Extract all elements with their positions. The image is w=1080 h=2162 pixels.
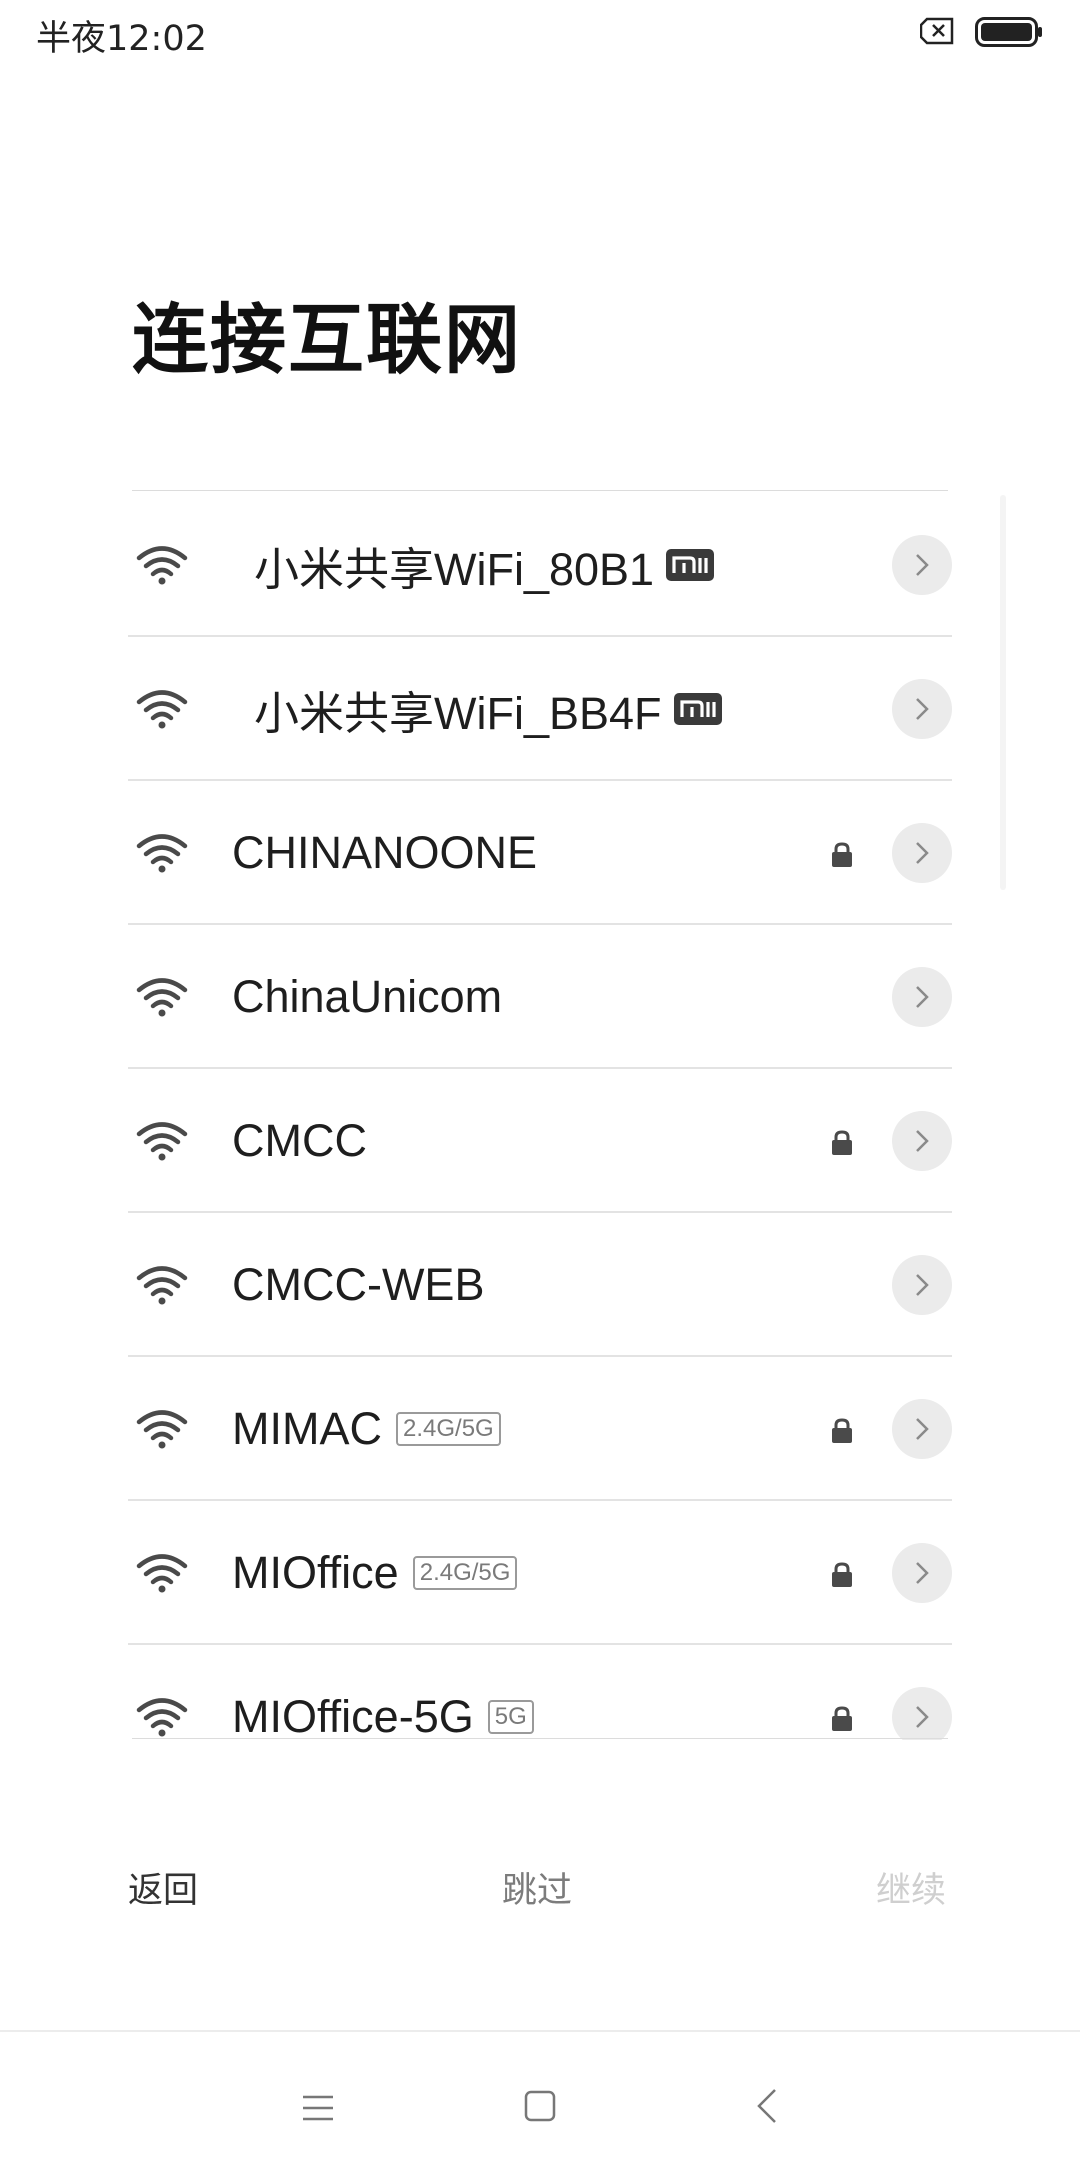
navigation-bar xyxy=(0,2030,1080,2162)
wifi-row[interactable]: ChinaUnicom xyxy=(128,923,952,1069)
wifi-signal-icon xyxy=(136,1697,188,1737)
wifi-row[interactable]: CMCC xyxy=(128,1067,952,1213)
wifi-ssid: MIOffice-5G xyxy=(232,1691,474,1740)
no-sim-icon xyxy=(920,17,954,45)
wifi-signal-icon xyxy=(136,833,188,873)
wifi-ssid: CMCC xyxy=(232,1115,367,1166)
wifi-row[interactable]: MIMAC 2.4G/5G xyxy=(128,1355,952,1501)
wifi-signal-icon xyxy=(136,1121,188,1161)
band-tag: 2.4G/5G xyxy=(412,1556,518,1590)
wifi-ssid: MIMAC xyxy=(232,1403,382,1454)
continue-button[interactable]: 继续 xyxy=(876,1862,946,1913)
lock-icon xyxy=(830,1706,854,1732)
wifi-name-group: CMCC xyxy=(232,1111,367,1171)
wifi-ssid: CMCC-WEB xyxy=(232,1259,485,1310)
wifi-details-button[interactable] xyxy=(892,967,952,1027)
chevron-right-icon xyxy=(916,1706,929,1728)
wifi-details-button[interactable] xyxy=(892,1687,952,1740)
wifi-details-button[interactable] xyxy=(892,1543,952,1603)
chevron-right-icon xyxy=(916,698,929,720)
wifi-name-group: ChinaUnicom xyxy=(232,967,502,1027)
band-tag: 5G xyxy=(487,1700,534,1734)
wifi-name-group: MIOffice-5G 5G xyxy=(232,1687,534,1740)
wifi-details-button[interactable] xyxy=(892,1255,952,1315)
band-tag: 2.4G/5G xyxy=(396,1412,501,1446)
wifi-signal-icon xyxy=(136,1409,188,1449)
menu-icon[interactable] xyxy=(302,2094,334,2122)
wifi-details-button[interactable] xyxy=(892,1111,952,1171)
wifi-row[interactable]: 小米共享WiFi_80B1 xyxy=(128,491,952,637)
lock-icon xyxy=(830,1562,854,1588)
wifi-name-group: CHINANOONE xyxy=(232,823,537,883)
lock-icon xyxy=(830,842,854,868)
wifi-name-group: MIMAC 2.4G/5G xyxy=(232,1399,501,1459)
wifi-name-group: CMCC-WEB xyxy=(232,1255,484,1315)
chevron-right-icon xyxy=(916,554,929,576)
wifi-name-group: MIOffice 2.4G/5G xyxy=(232,1543,518,1603)
chevron-right-icon xyxy=(916,1274,929,1296)
wifi-ssid: ChinaUnicom xyxy=(232,971,503,1022)
wifi-row[interactable]: MIOffice 2.4G/5G xyxy=(128,1499,952,1645)
back-button[interactable]: 返回 xyxy=(128,1862,198,1913)
scrollbar[interactable] xyxy=(1000,495,1006,890)
wifi-signal-icon xyxy=(136,545,188,585)
chevron-right-icon xyxy=(916,1418,929,1440)
wifi-signal-icon xyxy=(136,1553,188,1593)
wifi-details-button[interactable] xyxy=(892,1399,952,1459)
status-bar: 半夜12:02 xyxy=(0,0,1080,70)
skip-button[interactable]: 跳过 xyxy=(502,1862,572,1913)
lock-icon xyxy=(830,1418,854,1444)
chevron-right-icon xyxy=(916,842,929,864)
wifi-signal-icon xyxy=(136,1265,188,1305)
wifi-row[interactable]: CMCC-WEB xyxy=(128,1211,952,1357)
back-arrow-icon[interactable] xyxy=(756,2088,778,2124)
wifi-signal-icon xyxy=(136,689,188,729)
wifi-ssid: CHINANOONE xyxy=(232,827,538,878)
wifi-signal-icon xyxy=(136,977,188,1017)
page-title: 连接互联网 xyxy=(132,295,522,384)
lock-icon xyxy=(830,1130,854,1156)
wifi-name-group: 小米共享WiFi_BB4F xyxy=(254,679,722,739)
list-bottom-divider xyxy=(132,1738,948,1739)
mi-logo-icon xyxy=(673,693,722,725)
wifi-ssid: 小米共享WiFi_BB4F xyxy=(254,687,662,739)
wifi-row[interactable]: CHINANOONE xyxy=(128,779,952,925)
wifi-details-button[interactable] xyxy=(892,823,952,883)
mi-logo-icon xyxy=(666,549,715,581)
wifi-ssid: MIOffice xyxy=(232,1547,399,1598)
chevron-right-icon xyxy=(916,1562,929,1584)
status-time: 半夜12:02 xyxy=(36,19,207,59)
wifi-row[interactable]: 小米共享WiFi_BB4F xyxy=(128,635,952,781)
wifi-row[interactable]: MIOffice-5G 5G xyxy=(128,1643,952,1740)
battery-full-icon xyxy=(975,17,1042,47)
wifi-details-button[interactable] xyxy=(892,535,952,595)
wifi-name-group: 小米共享WiFi_80B1 xyxy=(254,535,715,595)
chevron-right-icon xyxy=(916,1130,929,1152)
home-icon[interactable] xyxy=(524,2090,556,2122)
wifi-details-button[interactable] xyxy=(892,679,952,739)
wifi-ssid: 小米共享WiFi_80B1 xyxy=(254,543,655,595)
wifi-list[interactable]: 小米共享WiFi_80B1 小米共享WiFi_BB4F CHINANOONE Chin… xyxy=(128,490,952,1740)
chevron-right-icon xyxy=(916,986,929,1008)
